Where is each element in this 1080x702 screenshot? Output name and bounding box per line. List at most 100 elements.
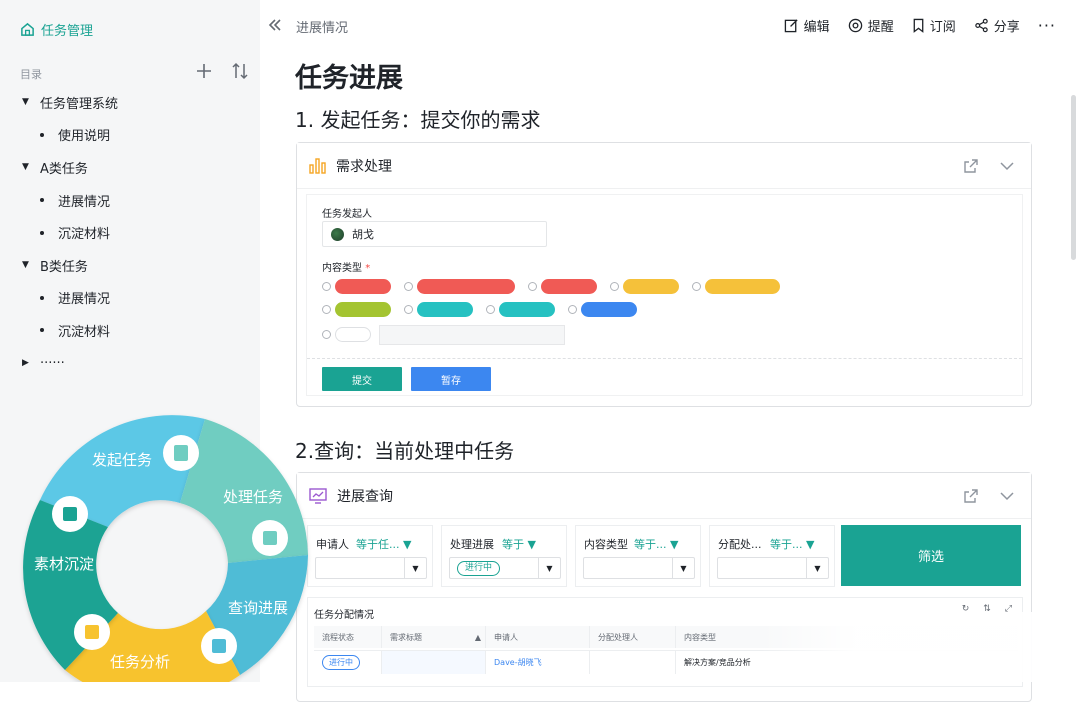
- breadcrumb[interactable]: 进展情况: [296, 17, 348, 36]
- option-color-pill: [541, 279, 597, 294]
- save-draft-button[interactable]: 暂存: [411, 367, 491, 391]
- radio-option[interactable]: [486, 302, 555, 317]
- radio-option[interactable]: [322, 302, 391, 317]
- section-heading: 2.查询：当前处理中任务: [295, 439, 515, 463]
- sort-icon[interactable]: [229, 60, 251, 82]
- tree-item[interactable]: 进展情况: [0, 184, 260, 217]
- filter-bar: 申请人 等于任... ▼ ▼ 处理进展 等于 ▼ 进行中 ▼ 内容类型 等于...…: [307, 525, 1023, 589]
- section-heading: 1. 发起任务：提交你的需求: [295, 108, 541, 132]
- caret-down-icon[interactable]: ▼: [22, 260, 32, 270]
- tree-item[interactable]: ▶ ······: [0, 347, 260, 380]
- workflow-wheel: 发起任务 处理任务 查询进展 任务分析 素材沉淀: [0, 405, 320, 702]
- filter-select[interactable]: ▼: [717, 557, 829, 579]
- caret-down-icon[interactable]: ▼: [404, 558, 426, 578]
- wheel-label: 任务分析: [110, 653, 171, 671]
- filter-operator[interactable]: 等于... ▼: [634, 536, 678, 552]
- scrollbar[interactable]: [1071, 95, 1076, 260]
- caret-down-icon[interactable]: ▼: [538, 558, 560, 578]
- edit-button[interactable]: 编辑: [784, 16, 830, 35]
- request-form: 任务发起人 胡戈 内容类型 * 提交 暂存: [307, 195, 1022, 395]
- other-input[interactable]: [379, 325, 565, 345]
- divider: [307, 358, 1022, 359]
- filter-button[interactable]: 筛选: [841, 525, 1021, 586]
- status-badge: 进行中: [322, 655, 360, 670]
- option-color-pill: [335, 327, 371, 342]
- caret-down-icon[interactable]: ▼: [22, 162, 32, 172]
- card-title: 进展查询: [337, 488, 393, 505]
- table-title: 任务分配情况: [314, 610, 374, 621]
- radio-option-other[interactable]: [322, 327, 371, 342]
- space-title[interactable]: 任务管理: [20, 20, 93, 39]
- filter-applicant: 申请人 等于任... ▼ ▼: [307, 525, 433, 587]
- option-color-pill: [623, 279, 679, 294]
- wheel-label: 查询进展: [228, 599, 289, 617]
- option-color-pill: [335, 302, 391, 317]
- bookmark-icon: [913, 18, 924, 33]
- tree-item[interactable]: ▼ A类任务: [0, 151, 260, 184]
- radio-option[interactable]: [528, 279, 597, 294]
- option-color-pill: [705, 279, 780, 294]
- tree-item[interactable]: 进展情况: [0, 282, 260, 315]
- share-button[interactable]: 分享: [974, 16, 1020, 35]
- form-card: 需求处理 任务发起人 胡戈 内容类型 * 提交 暂存: [296, 142, 1032, 407]
- remind-button[interactable]: 提醒: [848, 16, 894, 35]
- filter-content-type: 内容类型 等于... ▼ ▼: [575, 525, 701, 587]
- option-color-pill: [499, 302, 555, 317]
- tree-item[interactable]: 沉淀材料: [0, 216, 260, 249]
- filter-select[interactable]: ▼: [315, 557, 427, 579]
- radio-option[interactable]: [322, 279, 391, 294]
- filter-handler: 分配处... 等于... ▼ ▼: [709, 525, 835, 587]
- filter-select[interactable]: 进行中 ▼: [449, 557, 561, 579]
- option-color-pill: [417, 279, 515, 294]
- status-tag: 进行中: [457, 561, 501, 576]
- directory-label: 目录: [20, 68, 42, 81]
- filter-progress: 处理进展 等于 ▼ 进行中 ▼: [441, 525, 567, 587]
- avatar: [331, 227, 344, 241]
- radio-option[interactable]: [610, 279, 679, 294]
- column-header[interactable]: 需求标题 ▲: [382, 626, 486, 648]
- column-header[interactable]: 流程状态: [314, 626, 382, 648]
- radio-option[interactable]: [568, 302, 637, 317]
- tree-item[interactable]: 使用说明: [0, 119, 260, 152]
- open-external-icon[interactable]: [963, 488, 979, 504]
- subscribe-button[interactable]: 订阅: [912, 16, 956, 35]
- caret-down-icon[interactable]: ▼: [672, 558, 694, 578]
- page-title: 任务进展: [295, 63, 403, 94]
- radio-option[interactable]: [404, 302, 473, 317]
- bullet-icon: [40, 230, 44, 235]
- column-header[interactable]: 申请人: [486, 626, 590, 648]
- tree-item[interactable]: ▼ B类任务: [0, 249, 260, 282]
- share-icon: [974, 18, 988, 33]
- edit-icon: [784, 19, 798, 33]
- option-color-pill: [417, 302, 473, 317]
- open-external-icon[interactable]: [963, 158, 979, 174]
- filter-operator[interactable]: 等于 ▼: [502, 536, 536, 552]
- add-icon[interactable]: [193, 60, 215, 82]
- tree-item[interactable]: 沉淀材料: [0, 314, 260, 347]
- caret-right-icon[interactable]: ▶: [22, 358, 32, 368]
- radio-option[interactable]: [692, 279, 780, 294]
- filter-select[interactable]: ▼: [583, 557, 695, 579]
- radio-option[interactable]: [404, 279, 515, 294]
- option-color-pill: [335, 279, 391, 294]
- doc-tree: ▼ 任务管理系统 使用说明 ▼ A类任务 进展情况 沉淀材料 ▼ B类任务 进展情况 …: [0, 86, 260, 379]
- submit-button[interactable]: 提交: [322, 367, 402, 391]
- tree-item[interactable]: ▼ 任务管理系统: [0, 86, 260, 119]
- more-icon[interactable]: ···: [1038, 16, 1056, 35]
- bullet-icon: [40, 328, 44, 333]
- initiator-field[interactable]: 胡戈: [322, 221, 547, 247]
- chevron-down-icon[interactable]: [999, 158, 1015, 174]
- caret-down-icon[interactable]: ▼: [22, 97, 32, 107]
- filter-operator[interactable]: 等于任... ▼: [356, 536, 411, 552]
- card-title: 需求处理: [336, 158, 392, 175]
- fade-overlay: [760, 612, 1080, 682]
- chevron-down-icon[interactable]: [999, 488, 1015, 504]
- caret-down-icon[interactable]: ▼: [806, 558, 828, 578]
- filter-operator[interactable]: 等于... ▼: [770, 536, 814, 552]
- wheel-label: 发起任务: [92, 451, 153, 469]
- bullet-icon: [40, 198, 44, 203]
- column-header[interactable]: 分配处理人: [590, 626, 676, 648]
- main-content: 进展情况 编辑 提醒 订阅 分享 ··· 任务进展 1. 发起任务：提交你的需求…: [260, 0, 1080, 702]
- collapse-sidebar-icon[interactable]: [264, 14, 286, 36]
- wheel-label: 素材沉淀: [34, 555, 95, 573]
